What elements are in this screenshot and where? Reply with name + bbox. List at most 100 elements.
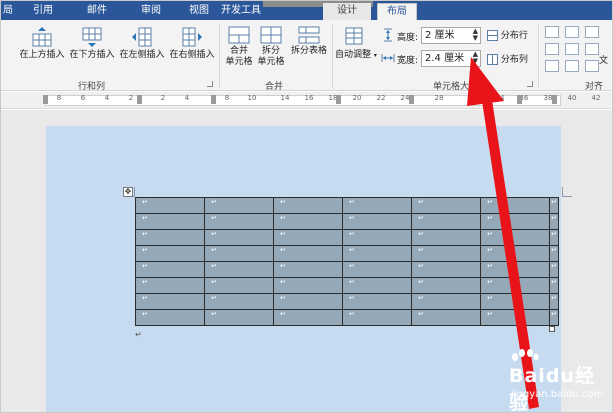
- table-cell[interactable]: ↵: [204, 309, 274, 326]
- table-cell[interactable]: ↵: [480, 309, 550, 326]
- table-cell[interactable]: ↵: [411, 309, 481, 326]
- align-top-left-button[interactable]: [545, 26, 559, 38]
- table-cell[interactable]: ↵: [342, 229, 412, 246]
- table-cell[interactable]: ↵: [135, 309, 205, 326]
- text-direction-button[interactable]: 文: [599, 56, 608, 67]
- table-cell[interactable]: ↵: [135, 197, 205, 214]
- insert-right-button[interactable]: 在右侧插入: [167, 26, 217, 61]
- align-bottom-center-button[interactable]: [565, 60, 579, 72]
- horizontal-ruler[interactable]: 8 6 4 2 2 4 8 10 14 16 18 20 22 24 28 32 34 36 38 40 42: [1, 92, 612, 109]
- ruler-marker[interactable]: [517, 95, 522, 104]
- table-cell[interactable]: ↵: [204, 229, 274, 246]
- table-cell[interactable]: ↵: [411, 213, 481, 230]
- align-bottom-left-button[interactable]: [545, 60, 559, 72]
- insert-left-button[interactable]: 在左侧插入: [117, 26, 167, 61]
- table-cell[interactable]: ↵: [135, 229, 205, 246]
- end-of-row-marker[interactable]: ↵: [549, 293, 559, 310]
- ruler-marker[interactable]: [211, 95, 216, 104]
- table-cell[interactable]: ↵: [273, 245, 343, 262]
- ruler-marker[interactable]: [477, 95, 482, 104]
- insert-below-button[interactable]: 在下方插入: [67, 26, 117, 61]
- ruler-marker[interactable]: [336, 95, 341, 104]
- document-table[interactable]: ↵ ↵ ↵ ↵ ↵ ↵ ↵ ↵ ↵ ↵ ↵ ↵ ↵ ↵ ↵ ↵ ↵ ↵ ↵ ↵ ↵ ↵ ↵ ↵ ↵ ↵ ↵ ↵ ↵ ↵ ↵ ↵ ↵ ↵ ↵ ↵ ↵ ↵ ↵ ↵…: [135, 197, 559, 326]
- table-cell[interactable]: ↵: [342, 245, 412, 262]
- split-table-button[interactable]: 拆分表格: [287, 26, 331, 57]
- table-cell[interactable]: ↵: [204, 213, 274, 230]
- table-cell[interactable]: ↵: [273, 277, 343, 294]
- table-cell[interactable]: ↵: [342, 277, 412, 294]
- rows-cols-launcher-icon[interactable]: [207, 81, 213, 87]
- tab-partial[interactable]: 局: [3, 3, 19, 20]
- align-middle-left-button[interactable]: [545, 43, 559, 55]
- table-cell[interactable]: ↵: [135, 293, 205, 310]
- table-cell[interactable]: ↵: [204, 245, 274, 262]
- height-spinner-icon[interactable]: ▲ ▼: [473, 28, 478, 42]
- table-cell[interactable]: ↵: [411, 245, 481, 262]
- table-cell[interactable]: ↵: [480, 229, 550, 246]
- table-resize-handle[interactable]: [549, 326, 555, 332]
- table-cell[interactable]: ↵: [273, 197, 343, 214]
- table-cell[interactable]: ↵: [411, 197, 481, 214]
- table-cell[interactable]: ↵: [480, 197, 550, 214]
- table-cell[interactable]: ↵: [273, 261, 343, 278]
- table-cell[interactable]: ↵: [342, 261, 412, 278]
- merge-cells-button[interactable]: 合并 单元格: [223, 26, 255, 68]
- column-width-input[interactable]: 2.4 厘米 ▲ ▼: [421, 50, 481, 67]
- end-of-row-marker[interactable]: ↵: [549, 309, 559, 326]
- tab-references[interactable]: 引用: [33, 3, 63, 20]
- end-of-row-marker[interactable]: ↵: [549, 197, 559, 214]
- align-middle-right-button[interactable]: [585, 43, 599, 55]
- table-cell[interactable]: ↵: [480, 293, 550, 310]
- align-bottom-right-button[interactable]: [585, 60, 599, 72]
- ruler-marker[interactable]: [137, 95, 142, 104]
- table-cell[interactable]: ↵: [342, 293, 412, 310]
- ruler-marker[interactable]: [43, 95, 48, 104]
- table-cell[interactable]: ↵: [480, 277, 550, 294]
- end-of-row-marker[interactable]: ↵: [549, 277, 559, 294]
- table-cell[interactable]: ↵: [480, 213, 550, 230]
- distribute-rows-button[interactable]: 分布行: [487, 30, 528, 42]
- table-cell[interactable]: ↵: [273, 293, 343, 310]
- table-cell[interactable]: ↵: [273, 229, 343, 246]
- table-cell[interactable]: ↵: [411, 261, 481, 278]
- table-cell[interactable]: ↵: [273, 309, 343, 326]
- align-top-right-button[interactable]: [585, 26, 599, 38]
- ruler-marker[interactable]: [409, 95, 414, 104]
- end-of-row-marker[interactable]: ↵: [549, 245, 559, 262]
- table-cell[interactable]: ↵: [342, 197, 412, 214]
- table-cell[interactable]: ↵: [342, 213, 412, 230]
- autofit-button[interactable]: 自动调整 ▾: [335, 26, 377, 61]
- distribute-columns-button[interactable]: 分布列: [487, 54, 528, 66]
- table-cell[interactable]: ↵: [135, 261, 205, 278]
- width-spinner-icon[interactable]: ▲ ▼: [473, 51, 478, 65]
- insert-above-button[interactable]: 在上方插入: [17, 26, 67, 61]
- table-cell[interactable]: ↵: [135, 213, 205, 230]
- table-cell[interactable]: ↵: [204, 197, 274, 214]
- tab-design[interactable]: 设计: [323, 3, 371, 20]
- end-of-row-marker[interactable]: ↵: [549, 261, 559, 278]
- table-cell[interactable]: ↵: [204, 277, 274, 294]
- table-cell[interactable]: ↵: [135, 245, 205, 262]
- table-cell[interactable]: ↵: [411, 277, 481, 294]
- table-cell[interactable]: ↵: [480, 261, 550, 278]
- end-of-row-marker[interactable]: ↵: [549, 229, 559, 246]
- table-cell[interactable]: ↵: [204, 261, 274, 278]
- table-cell[interactable]: ↵: [342, 309, 412, 326]
- row-height-input[interactable]: 2 厘米 ▲ ▼: [421, 27, 481, 44]
- table-cell[interactable]: ↵: [135, 277, 205, 294]
- cell-size-launcher-icon[interactable]: [527, 81, 533, 87]
- table-cell[interactable]: ↵: [411, 293, 481, 310]
- split-cells-button[interactable]: 拆分 单元格: [255, 26, 287, 68]
- table-cell[interactable]: ↵: [480, 245, 550, 262]
- tab-review[interactable]: 审阅: [141, 3, 171, 20]
- end-of-row-marker[interactable]: ↵: [549, 213, 559, 230]
- ruler-marker[interactable]: [552, 95, 557, 104]
- tab-developer[interactable]: 开发工具: [221, 3, 267, 20]
- tab-view[interactable]: 视图: [189, 3, 219, 20]
- table-cell[interactable]: ↵: [411, 229, 481, 246]
- align-top-center-button[interactable]: [565, 26, 579, 38]
- align-middle-center-button[interactable]: [565, 43, 579, 55]
- tab-layout[interactable]: 布局: [377, 3, 417, 20]
- table-cell[interactable]: ↵: [204, 293, 274, 310]
- table-cell[interactable]: ↵: [273, 213, 343, 230]
